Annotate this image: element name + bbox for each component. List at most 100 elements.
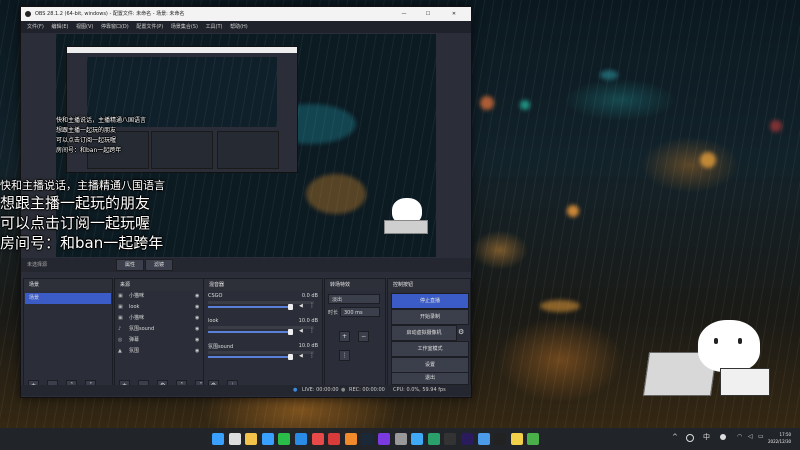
start-icon[interactable] (212, 433, 224, 445)
live-timer: LIVE: 00:00:00 (302, 387, 339, 393)
obs-icon[interactable] (444, 433, 457, 445)
source-item[interactable]: ▣look◉▪ (115, 302, 215, 313)
menu-scene-collection[interactable]: 场景集合(S) (171, 24, 198, 30)
more-icon[interactable]: ⋮ (339, 350, 350, 361)
filters-button[interactable]: 滤镜 (145, 259, 173, 271)
visibility-eye-icon[interactable]: ◉ (195, 335, 199, 346)
transition-select[interactable]: 淡出 (328, 294, 380, 304)
premiere-icon[interactable] (461, 433, 473, 445)
rec-timer: REC: 00:00:00 (349, 387, 385, 393)
no-source-label: 未选择源 (27, 262, 48, 268)
volume-slider[interactable] (208, 306, 292, 308)
ime-language[interactable]: 中 (703, 432, 710, 442)
clock[interactable]: 17:50 2022/12/30 (768, 431, 791, 445)
studio-mode-button[interactable]: 工作室模式 (391, 341, 469, 357)
gear-icon[interactable]: ⚙ (458, 328, 464, 336)
volume-slider[interactable] (208, 331, 292, 333)
visibility-eye-icon[interactable]: ◉ (195, 346, 199, 357)
visibility-eye-icon[interactable]: ◉ (195, 302, 199, 313)
game-icon[interactable] (378, 433, 390, 445)
cat-eye (738, 338, 742, 344)
settings-button[interactable]: 设置 (391, 357, 469, 373)
exit-button[interactable]: 退出 (391, 372, 469, 385)
menu-tools[interactable]: 工具(T) (206, 24, 223, 30)
scene-item[interactable]: 场景 (25, 293, 111, 304)
title-bar: OBS 28.1.2 (64-bit, windows) - 配置文件: 未命名… (21, 7, 471, 21)
slider-handle[interactable] (288, 304, 293, 310)
source-item[interactable]: ▣小猫咪◉▪ (115, 291, 215, 302)
cpu-fps-status: CPU: 0.0%, 59.94 fps (393, 387, 446, 393)
source-item[interactable]: ♪氛围sound◉▪ (115, 324, 215, 335)
music-icon[interactable] (311, 433, 324, 445)
menu-docks[interactable]: 停靠窗口(D) (101, 24, 129, 30)
menu-view[interactable]: 视图(V) (76, 24, 93, 30)
start-recording-button[interactable]: 开始录制 (391, 309, 469, 325)
slider-handle[interactable] (288, 354, 293, 360)
files-icon[interactable] (245, 433, 258, 445)
properties-button[interactable]: 属性 (116, 259, 144, 271)
menu-edit[interactable]: 编辑(E) (51, 24, 68, 30)
steam-icon[interactable] (361, 433, 374, 445)
trash-icon[interactable]: − (358, 331, 370, 342)
transitions-dock: 转场特效 淡出 时长 300 ms + − ⋮ (324, 278, 386, 386)
visibility-eye-icon[interactable]: ◉ (195, 313, 199, 324)
cat-eye (714, 338, 718, 344)
edge-icon[interactable] (427, 433, 440, 445)
wifi-icon[interactable]: ◠ (737, 433, 742, 440)
video-icon[interactable] (344, 433, 357, 445)
menu-file[interactable]: 文件(F) (27, 24, 44, 30)
maximize-button[interactable]: ☐ (421, 7, 435, 21)
speaker-icon[interactable]: ◀ (299, 353, 303, 359)
scenes-dock: 场景 场景 + − ˄ ˅ (23, 278, 113, 391)
close-button[interactable]: ✕ (447, 7, 461, 21)
android-icon[interactable] (527, 433, 540, 445)
terminal-icon[interactable] (494, 433, 507, 445)
duration-value: 300 ms (344, 310, 363, 316)
more-icon[interactable]: ⋮ (309, 302, 315, 309)
qq-icon[interactable] (295, 433, 307, 445)
visibility-eye-icon[interactable]: ◉ (195, 291, 199, 302)
photos-icon[interactable] (477, 433, 490, 445)
channel-name: look (208, 318, 219, 324)
slider-handle[interactable] (288, 329, 293, 335)
source-item[interactable]: ◎弹幕◉▪ (115, 335, 215, 346)
source-item[interactable]: ▲氛围◉▪ (115, 346, 215, 357)
visibility-eye-icon[interactable]: ◉ (195, 324, 199, 335)
game-icon: ▲ (118, 348, 122, 354)
more-icon[interactable]: ⋮ (309, 327, 315, 334)
source-item[interactable]: ▣小猫咪◉▪ (115, 313, 215, 324)
add-icon[interactable]: + (339, 331, 350, 342)
netease-icon[interactable] (328, 433, 341, 445)
battery-icon[interactable]: ▭ (758, 433, 764, 440)
notes-icon[interactable] (510, 433, 523, 445)
settings-icon[interactable] (394, 433, 407, 445)
more-icon[interactable]: ⋮ (309, 352, 315, 359)
network-icon[interactable] (686, 434, 694, 442)
menu-help[interactable]: 帮助(H) (230, 24, 248, 30)
store-icon[interactable] (261, 433, 274, 445)
preview-overlay-line: 快和主播说话，主播精通八国语言 (56, 117, 147, 124)
status-bar: ● LIVE: 00:00:00 ● REC: 00:00:00 CPU: 0.… (21, 385, 471, 396)
speaker-icon[interactable]: ◀ (299, 303, 303, 309)
tray-chevron-icon[interactable]: ^ (672, 433, 678, 441)
source-label: 小猫咪 (129, 293, 145, 299)
volume-icon[interactable]: ◁ (748, 433, 753, 440)
settings-icon[interactable] (720, 434, 726, 440)
speaker-icon[interactable]: ◀ (299, 328, 303, 334)
nested-cat-sticker (267, 87, 287, 101)
volume-slider[interactable] (208, 356, 292, 358)
stop-streaming-button[interactable]: 停止直播 (391, 293, 469, 309)
clock-time: 17:50 (779, 432, 792, 437)
source-label: 弹幕 (129, 337, 140, 343)
browser-icon[interactable] (411, 433, 424, 445)
rec-icon: ● (341, 387, 346, 393)
overlay-line: 想跟主播一起玩的朋友 (0, 194, 151, 212)
search-icon[interactable] (228, 433, 241, 445)
minimize-button[interactable]: — (397, 7, 411, 21)
overlay-line: 快和主播说话，主播精通八国语言 (0, 179, 165, 192)
menu-profile[interactable]: 配置文件(P) (136, 24, 163, 30)
virtual-camera-button[interactable]: 启动虚拟摄像机 (391, 325, 457, 341)
wechat-icon[interactable] (278, 433, 291, 445)
duration-spinbox[interactable]: 300 ms (340, 307, 380, 317)
mixer-channel: look 10.0 dB ◀ ⋮ (204, 316, 322, 341)
